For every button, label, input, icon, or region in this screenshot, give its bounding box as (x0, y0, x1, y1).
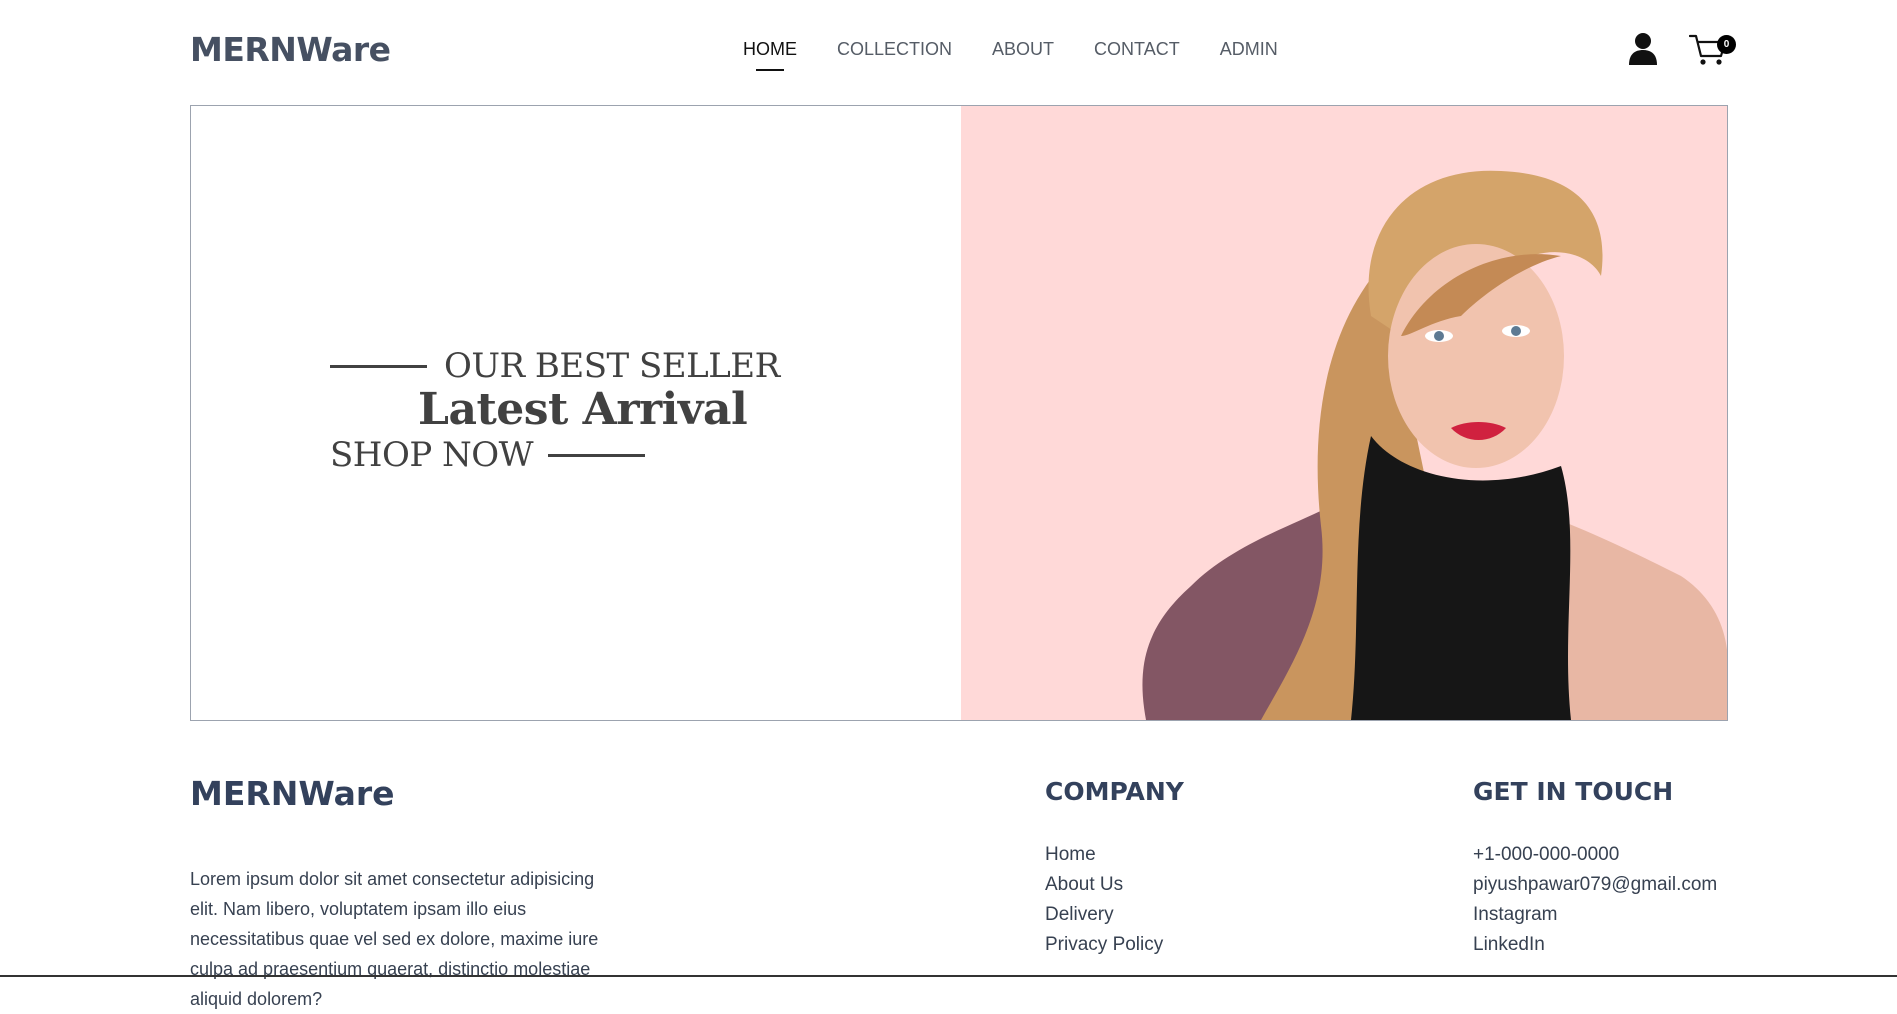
user-icon[interactable] (1628, 32, 1658, 66)
cart-count-badge: 0 (1717, 35, 1736, 54)
hero-text: OUR BEST SELLER Latest Arrival SHOP NOW (330, 346, 780, 475)
footer-link-delivery[interactable]: Delivery (1045, 900, 1163, 930)
contact-heading: GET IN TOUCH (1473, 777, 1674, 806)
model-photo (1142, 170, 1727, 720)
footer-logo: MERNWare (190, 774, 395, 813)
contact-instagram[interactable]: Instagram (1473, 900, 1717, 930)
nav-contact[interactable]: CONTACT (1094, 39, 1180, 60)
nav-home-label: HOME (743, 39, 797, 59)
bestseller-row: OUR BEST SELLER (330, 346, 780, 386)
nav-admin[interactable]: ADMIN (1220, 39, 1278, 60)
bestseller-rule (330, 364, 427, 368)
nav-active-indicator (756, 69, 784, 71)
shop-now-rule (548, 453, 646, 457)
site-logo[interactable]: MERNWare (190, 30, 391, 69)
contact-list: +1-000-000-0000 piyushpawar079@gmail.com… (1473, 840, 1717, 960)
company-heading: COMPANY (1045, 777, 1184, 806)
nav-about[interactable]: ABOUT (992, 39, 1054, 60)
shop-now-link[interactable]: SHOP NOW (330, 435, 780, 475)
hero-image (961, 106, 1727, 720)
contact-linkedin[interactable]: LinkedIn (1473, 930, 1717, 960)
main-nav: HOME COLLECTION ABOUT CONTACT ADMIN (743, 39, 1278, 71)
company-links: Home About Us Delivery Privacy Policy (1045, 840, 1163, 960)
footer-link-privacy[interactable]: Privacy Policy (1045, 930, 1163, 960)
hero-title: Latest Arrival (418, 384, 748, 435)
footer-link-home[interactable]: Home (1045, 840, 1163, 870)
hero-banner: OUR BEST SELLER Latest Arrival SHOP NOW (190, 105, 1728, 721)
footer-link-about[interactable]: About Us (1045, 870, 1163, 900)
nav-home[interactable]: HOME (743, 39, 797, 71)
nav-collection[interactable]: COLLECTION (837, 39, 952, 60)
shop-now-label: SHOP NOW (330, 435, 534, 475)
contact-phone: +1-000-000-0000 (1473, 844, 1620, 865)
hero-text-panel: OUR BEST SELLER Latest Arrival SHOP NOW (191, 106, 961, 720)
footer-description: Lorem ipsum dolor sit amet consectetur a… (190, 869, 599, 1009)
contact-email[interactable]: piyushpawar079@gmail.com (1473, 870, 1717, 900)
bestseller-label: OUR BEST SELLER (444, 346, 780, 386)
